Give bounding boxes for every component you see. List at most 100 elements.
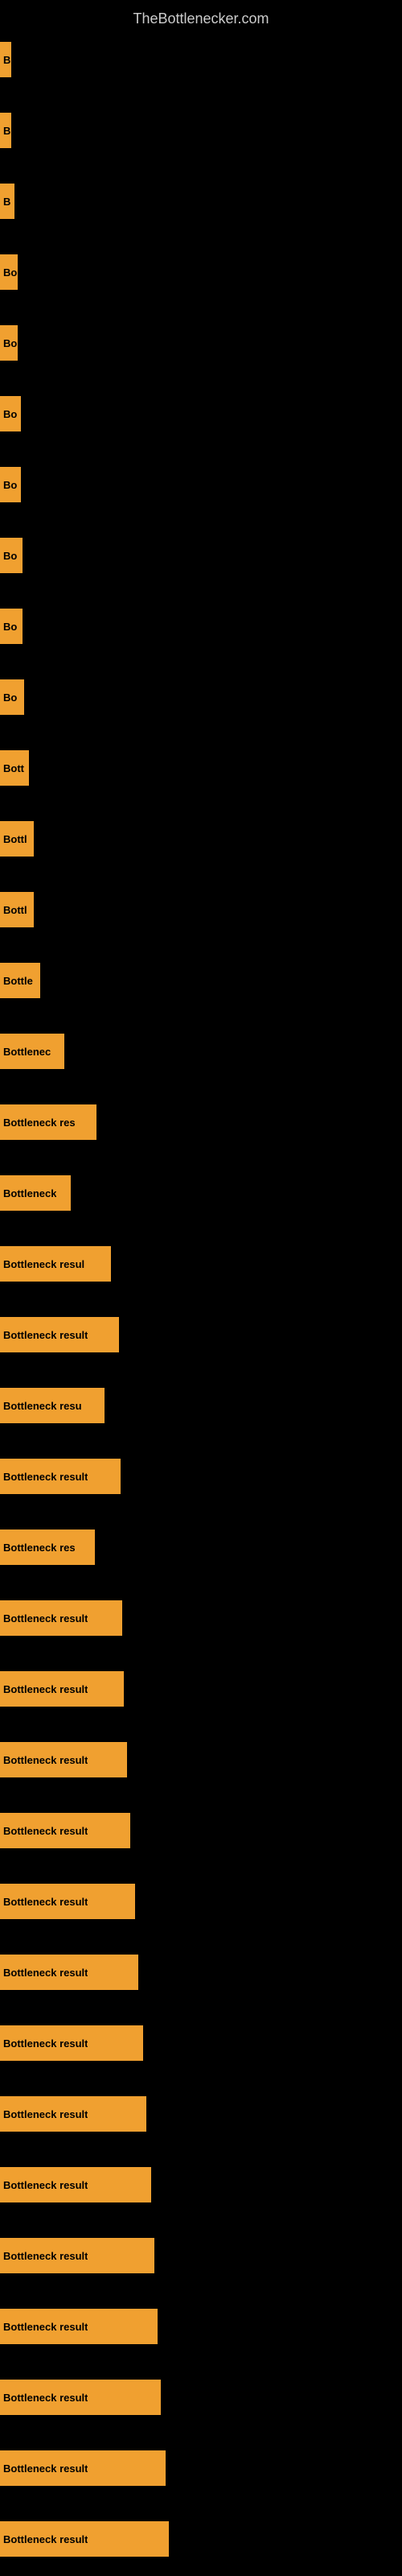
bar-item[interactable]: Bo [0, 538, 23, 573]
bar-item[interactable]: Bottl [0, 892, 34, 927]
bar-label: Bo [3, 621, 17, 633]
bar-label: Bo [3, 479, 17, 491]
bar-item[interactable]: Bottleneck result [0, 2167, 151, 2202]
bar-row: Bottleneck res [0, 1087, 402, 1158]
bar-item[interactable]: Bott [0, 750, 29, 786]
bar-label: Bo [3, 550, 17, 562]
bar-item[interactable]: Bottleneck result [0, 2025, 143, 2061]
bar-item[interactable]: B [0, 113, 11, 148]
bar-item[interactable]: Bottleneck result [0, 1884, 135, 1919]
bar-row: Bottleneck result [0, 2504, 402, 2574]
bars-container: B B B Bo Bo Bo Bo Bo Bo Bo Bott Bottl Bottl Bottle Bot… [0, 24, 402, 2574]
bar-row: Bottleneck resu [0, 1370, 402, 1441]
bar-label: Bottleneck result [3, 1471, 88, 1483]
bar-label: B [3, 196, 10, 208]
bar-row: Bottleneck [0, 1158, 402, 1228]
bar-label: Bottleneck [3, 1187, 56, 1199]
bar-row: Bottlenec [0, 1016, 402, 1087]
bar-label: Bottleneck result [3, 2462, 88, 2475]
bar-item[interactable]: Bottleneck result [0, 1813, 130, 1848]
bar-label: B [3, 54, 10, 66]
bar-item[interactable]: Bo [0, 467, 21, 502]
bar-row: B [0, 166, 402, 237]
bar-row: Bottleneck result [0, 2220, 402, 2291]
bar-row: Bo [0, 449, 402, 520]
bar-label: Bottleneck result [3, 1825, 88, 1837]
bar-row: Bottleneck result [0, 2008, 402, 2079]
bar-label: Bottleneck result [3, 2108, 88, 2120]
bar-label: Bo [3, 691, 17, 704]
bar-label: Bottlenec [3, 1046, 51, 1058]
bar-item[interactable]: Bottleneck result [0, 1600, 122, 1636]
bar-item[interactable]: Bo [0, 396, 21, 431]
bar-item[interactable]: Bo [0, 254, 18, 290]
bar-label: Bottleneck result [3, 2392, 88, 2404]
bar-label: Bottleneck res [3, 1542, 76, 1554]
bar-label: Bottleneck res [3, 1117, 76, 1129]
bar-item[interactable]: Bo [0, 609, 23, 644]
bar-item[interactable]: Bottleneck result [0, 1671, 124, 1707]
bar-label: Bottleneck result [3, 2533, 88, 2545]
bar-row: Bottleneck result [0, 1795, 402, 1866]
bar-item[interactable]: Bottleneck [0, 1175, 71, 1211]
bar-item[interactable]: Bottl [0, 821, 34, 857]
bar-label: Bottleneck result [3, 2250, 88, 2262]
bar-item[interactable]: Bottleneck result [0, 2521, 169, 2557]
bar-item[interactable]: Bottleneck result [0, 1459, 121, 1494]
bar-label: Bottleneck resul [3, 1258, 84, 1270]
bar-label: Bo [3, 337, 17, 349]
bar-row: Bo [0, 308, 402, 378]
bar-item[interactable]: Bottleneck result [0, 2309, 158, 2344]
bar-row: Bo [0, 520, 402, 591]
bar-row: Bottle [0, 945, 402, 1016]
bar-item[interactable]: Bottleneck result [0, 1742, 127, 1777]
bar-item[interactable]: Bottleneck resu [0, 1388, 105, 1423]
bar-row: Bottleneck result [0, 2079, 402, 2149]
bar-row: Bottl [0, 803, 402, 874]
bar-row: Bottleneck res [0, 1512, 402, 1583]
bar-row: Bottleneck result [0, 2362, 402, 2433]
bar-row: Bottleneck result [0, 1724, 402, 1795]
bar-item[interactable]: Bottleneck result [0, 2450, 166, 2486]
bar-row: Bottleneck result [0, 1583, 402, 1653]
bar-row: Bott [0, 733, 402, 803]
bar-item[interactable]: Bo [0, 679, 24, 715]
bar-row: Bo [0, 378, 402, 449]
bar-label: Bottl [3, 833, 27, 845]
bar-label: Bottleneck result [3, 1754, 88, 1766]
bar-row: Bottleneck result [0, 1299, 402, 1370]
bar-item[interactable]: Bottleneck result [0, 2238, 154, 2273]
bar-label: Bottleneck result [3, 1967, 88, 1979]
bar-row: Bottleneck result [0, 2433, 402, 2504]
bar-label: B [3, 125, 10, 137]
bar-row: Bottleneck result [0, 1937, 402, 2008]
bar-row: B [0, 24, 402, 95]
bar-item[interactable]: Bo [0, 325, 18, 361]
bar-row: Bottleneck result [0, 1441, 402, 1512]
bar-label: Bottleneck result [3, 2037, 88, 2050]
bar-item[interactable]: Bottleneck result [0, 2380, 161, 2415]
bar-item[interactable]: Bottleneck res [0, 1530, 95, 1565]
bar-item[interactable]: Bottlenec [0, 1034, 64, 1069]
bar-item[interactable]: Bottleneck result [0, 2096, 146, 2132]
bar-row: B [0, 95, 402, 166]
bar-row: Bo [0, 662, 402, 733]
bar-item[interactable]: Bottleneck result [0, 1955, 138, 1990]
bar-label: Bottle [3, 975, 33, 987]
bar-item[interactable]: Bottleneck result [0, 1317, 119, 1352]
bar-label: Bottl [3, 904, 27, 916]
bar-item[interactable]: Bottleneck res [0, 1104, 96, 1140]
bar-row: Bottleneck resul [0, 1228, 402, 1299]
bar-label: Bo [3, 408, 17, 420]
bar-row: Bottleneck result [0, 2291, 402, 2362]
bar-row: Bottleneck result [0, 1866, 402, 1937]
bar-label: Bottleneck resu [3, 1400, 82, 1412]
bar-item[interactable]: Bottle [0, 963, 40, 998]
bar-label: Bott [3, 762, 24, 774]
bar-row: Bottl [0, 874, 402, 945]
bar-item[interactable]: B [0, 42, 11, 77]
bar-item[interactable]: B [0, 184, 14, 219]
bar-item[interactable]: Bottleneck resul [0, 1246, 111, 1282]
bar-label: Bottleneck result [3, 2321, 88, 2333]
bar-label: Bottleneck result [3, 2179, 88, 2191]
